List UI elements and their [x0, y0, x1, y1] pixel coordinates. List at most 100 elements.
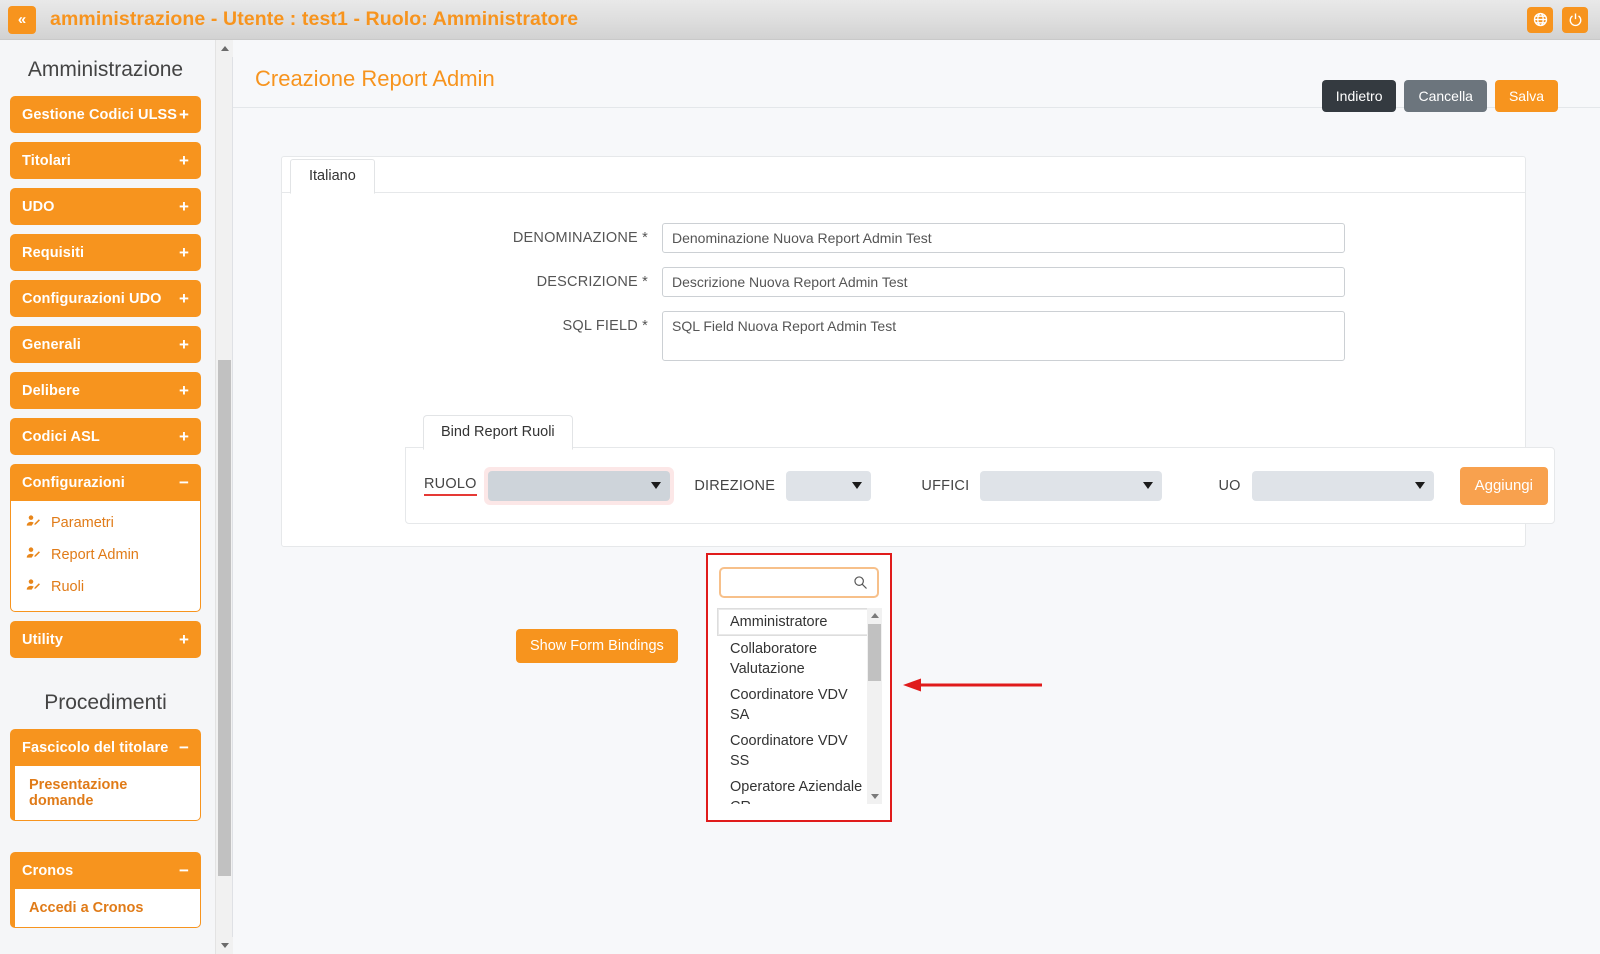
sidebar-item-report-admin[interactable]: Report Admin: [11, 539, 200, 571]
sidebar-submenu-configurazioni: Parametri Report Admin Ruoli: [10, 501, 201, 612]
sidebar-item-configurazioni-udo[interactable]: Configurazioni UDO +: [10, 280, 201, 317]
top-bar: « amministrazione - Utente : test1 - Ruo…: [0, 0, 1600, 40]
sidebar-group-udo: UDO +: [10, 188, 201, 225]
power-icon[interactable]: [1562, 7, 1588, 33]
save-button[interactable]: Salva: [1495, 80, 1558, 112]
bind-fields-row: RUOLO DIREZIONE UFFICI: [405, 447, 1555, 524]
sidebar-item-generali[interactable]: Generali +: [10, 326, 201, 363]
aggiungi-button[interactable]: Aggiungi: [1460, 467, 1548, 505]
tab-bind-report-ruoli[interactable]: Bind Report Ruoli: [423, 415, 573, 450]
label-ruolo: RUOLO: [424, 476, 477, 496]
sidebar-group-gestione-codici-ulss: Gestione Codici ULSS +: [10, 96, 201, 133]
scroll-up-arrow-icon[interactable]: [216, 40, 233, 57]
scroll-down-arrow-icon[interactable]: [867, 789, 882, 804]
sidebar-item-fascicolo-del-titolare[interactable]: Fascicolo del titolare −: [10, 729, 201, 766]
sidebar-subitem-label: Parametri: [51, 515, 114, 531]
dropdown-option-list[interactable]: Amministratore Collaboratore Valutazione…: [717, 608, 882, 804]
minus-icon: −: [179, 862, 189, 879]
sidebar-item-codici-asl[interactable]: Codici ASL +: [10, 418, 201, 455]
sidebar-item-label: Fascicolo del titolare: [22, 740, 168, 756]
dropdown-search-input[interactable]: [730, 569, 855, 596]
user-edit-icon: [25, 545, 41, 565]
dropdown-option-coordinatore-vdv-ss[interactable]: Coordinatore VDV SS: [717, 728, 869, 774]
descrizione-input[interactable]: [662, 267, 1345, 297]
sidebar: Amministrazione Gestione Codici ULSS + T…: [0, 40, 233, 954]
sidebar-item-delibere[interactable]: Delibere +: [10, 372, 201, 409]
page-actions: Indietro Cancella Salva: [1322, 80, 1558, 112]
plus-icon: +: [179, 244, 189, 261]
sidebar-item-configurazioni[interactable]: Configurazioni −: [10, 464, 201, 501]
language-tabbar: Italiano: [282, 157, 1525, 193]
sidebar-item-gestione-codici-ulss[interactable]: Gestione Codici ULSS +: [10, 96, 201, 133]
label-direzione: DIREZIONE: [694, 478, 775, 494]
field-ruolo: RUOLO: [424, 471, 670, 501]
form-row-denominazione: DENOMINAZIONE *: [282, 223, 1525, 253]
sidebar-item-utility[interactable]: Utility +: [10, 621, 201, 658]
sidebar-item-label: Titolari: [22, 153, 71, 169]
sidebar-item-requisiti[interactable]: Requisiti +: [10, 234, 201, 271]
dropdown-scrollbar[interactable]: [867, 608, 882, 804]
sidebar-group-utility: Utility +: [10, 621, 201, 658]
globe-icon[interactable]: [1527, 7, 1553, 33]
plus-icon: +: [179, 382, 189, 399]
dropdown-option-amministratore[interactable]: Amministratore: [717, 608, 869, 636]
sidebar-scrollbar[interactable]: [215, 40, 232, 954]
denominazione-input[interactable]: [662, 223, 1345, 253]
sidebar-spacer: [10, 830, 201, 852]
annotation-arrow-icon: [897, 678, 1042, 692]
minus-icon: −: [179, 739, 189, 756]
show-form-bindings-button[interactable]: Show Form Bindings: [516, 629, 678, 663]
required-marker: *: [642, 274, 648, 290]
ruolo-select[interactable]: [488, 471, 670, 501]
sql-field-textarea[interactable]: [662, 311, 1345, 361]
page-header: Creazione Report Admin Indietro Cancella…: [233, 40, 1600, 108]
sidebar-item-udo[interactable]: UDO +: [10, 188, 201, 225]
sidebar-item-presentazione-domande[interactable]: Presentazione domande: [10, 766, 201, 821]
dropdown-option-coordinatore-vdv-sa[interactable]: Coordinatore VDV SA: [717, 682, 869, 728]
bind-tabbar: Bind Report Ruoli: [405, 415, 1555, 447]
sidebar-group-cronos: Cronos − Accedi a Cronos: [10, 852, 201, 928]
scroll-up-arrow-icon[interactable]: [867, 608, 882, 623]
sidebar-item-label: Configurazioni: [22, 475, 125, 491]
minus-icon: −: [179, 474, 189, 491]
sidebar-item-label: Configurazioni UDO: [22, 291, 162, 307]
dropdown-option-operatore-aziendale-cr[interactable]: Operatore Aziendale CR: [717, 774, 869, 804]
dropdown-option-collaboratore-valutazione[interactable]: Collaboratore Valutazione: [717, 636, 869, 682]
chevron-down-icon: [1143, 482, 1153, 489]
sidebar-group-configurazioni-udo: Configurazioni UDO +: [10, 280, 201, 317]
plus-icon: +: [179, 290, 189, 307]
label-text: SQL FIELD: [563, 318, 638, 334]
plus-icon: +: [179, 631, 189, 648]
sidebar-collapse-icon[interactable]: «: [8, 6, 36, 34]
back-button[interactable]: Indietro: [1322, 80, 1397, 112]
label-descrizione: DESCRIZIONE *: [282, 267, 662, 290]
tab-italiano[interactable]: Italiano: [290, 159, 375, 194]
search-icon: [853, 575, 868, 590]
uo-select[interactable]: [1252, 471, 1434, 501]
sidebar-item-accedi-a-cronos[interactable]: Accedi a Cronos: [10, 889, 201, 928]
main-content: Creazione Report Admin Indietro Cancella…: [233, 40, 1600, 954]
sidebar-spacer: [10, 937, 201, 954]
sidebar-item-label: Delibere: [22, 383, 80, 399]
sidebar-scrollbar-thumb[interactable]: [218, 360, 231, 876]
sidebar-item-parametri[interactable]: Parametri: [11, 507, 200, 539]
scroll-down-arrow-icon[interactable]: [216, 937, 233, 954]
sidebar-subitem-label: Ruoli: [51, 579, 84, 595]
field-uffici: UFFICI: [921, 471, 1162, 501]
label-uffici: UFFICI: [921, 478, 969, 494]
chevron-down-icon: [852, 482, 862, 489]
direzione-select[interactable]: [786, 471, 871, 501]
sidebar-item-ruoli[interactable]: Ruoli: [11, 571, 200, 603]
sidebar-group-codici-asl: Codici ASL +: [10, 418, 201, 455]
sidebar-item-label: Codici ASL: [22, 429, 100, 445]
cancel-button[interactable]: Cancella: [1404, 80, 1486, 112]
sidebar-item-titolari[interactable]: Titolari +: [10, 142, 201, 179]
sidebar-item-label: Requisiti: [22, 245, 84, 261]
sidebar-item-cronos[interactable]: Cronos −: [10, 852, 201, 889]
dropdown-scrollbar-thumb[interactable]: [868, 624, 881, 681]
plus-icon: +: [179, 106, 189, 123]
sidebar-item-label: Cronos: [22, 863, 73, 879]
uffici-select[interactable]: [980, 471, 1162, 501]
label-sql-field: SQL FIELD *: [282, 311, 662, 334]
bind-report-ruoli-panel: Bind Report Ruoli RUOLO DIREZIONE: [405, 415, 1555, 524]
